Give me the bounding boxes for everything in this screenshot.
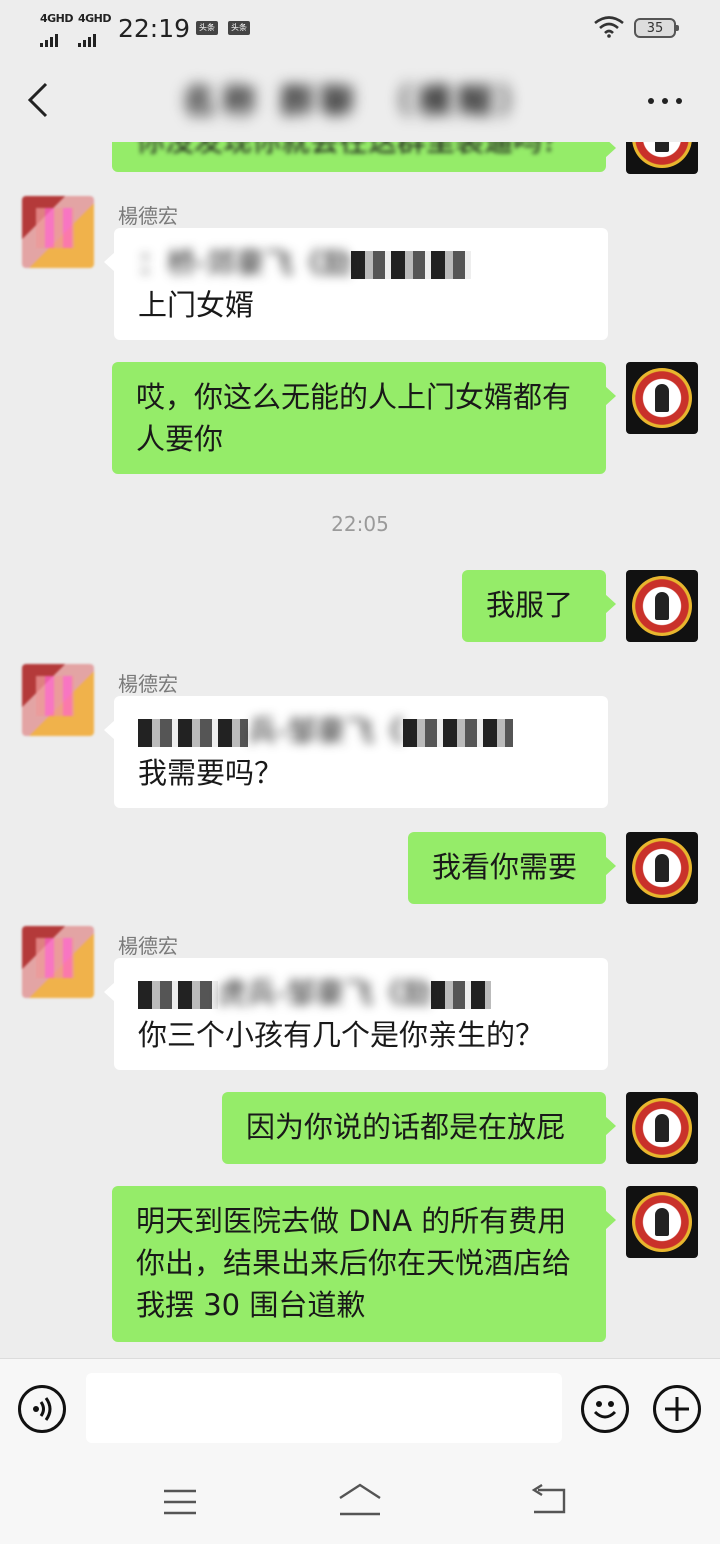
chevron-left-icon[interactable] bbox=[24, 80, 52, 120]
message-text: 因为你说的话都是在放屁 bbox=[246, 1110, 566, 1144]
quoted-name: 虎兵-邹豪飞《励 bbox=[218, 976, 432, 1010]
message-text: 哎，你这么无能的人上门女婿都有人要你 bbox=[136, 380, 572, 456]
message-bubble-incoming[interactable]: 兵-邹豪飞《 我需要吗？ bbox=[104, 696, 608, 808]
message-bubble-incoming[interactable]: 虎兵-邹豪飞《励 你三个小孩有几个是你亲生的？ bbox=[104, 958, 608, 1070]
back-nav-icon[interactable] bbox=[528, 1484, 568, 1518]
news-app-icon: 头条 bbox=[196, 21, 218, 35]
emoji-button[interactable] bbox=[581, 1385, 629, 1433]
status-time: 22:19 bbox=[118, 14, 191, 43]
network-label: 4GHD bbox=[40, 12, 74, 25]
sender-name: 楊德宏 bbox=[118, 204, 178, 228]
message-text: 我服了 bbox=[486, 588, 574, 622]
chat-title: 名称 群聊 （模糊） bbox=[182, 82, 538, 122]
mosaic-redaction bbox=[138, 981, 218, 1009]
message-bubble-outgoing[interactable]: 哎，你这么无能的人上门女婿都有人要你 bbox=[112, 362, 616, 474]
sender-name: 楊德宏 bbox=[118, 934, 178, 958]
my-avatar[interactable] bbox=[626, 142, 698, 174]
mosaic-redaction bbox=[351, 251, 472, 279]
mosaic-redaction bbox=[431, 981, 492, 1009]
contact-avatar[interactable] bbox=[22, 196, 94, 268]
message-text: 你三个小孩有几个是你亲生的？ bbox=[138, 1018, 545, 1052]
voice-icon bbox=[33, 1397, 52, 1421]
system-nav-bar bbox=[0, 1458, 720, 1544]
battery-icon: 35 bbox=[634, 18, 679, 38]
battery-level: 35 bbox=[646, 21, 664, 36]
chat-header: 名称 群聊 （模糊） bbox=[0, 58, 720, 142]
my-avatar[interactable] bbox=[626, 832, 698, 904]
network-label: 4GHD bbox=[78, 12, 112, 25]
message-text: 上门女婿 bbox=[138, 288, 255, 322]
message-text: 你没发现你就会在这群里装逼吗？ bbox=[136, 142, 571, 158]
my-avatar[interactable] bbox=[626, 1092, 698, 1164]
quoted-name: 兵-邹豪飞《 bbox=[248, 714, 404, 748]
message-list[interactable]: 你没发现你就会在这群里装逼吗？ 楊德宏 ：桥-郊豪飞《励 上门女婿 哎，你这么无… bbox=[0, 142, 720, 1358]
sender-name: 楊德宏 bbox=[118, 672, 178, 696]
my-avatar[interactable] bbox=[626, 570, 698, 642]
message-bubble-outgoing[interactable]: 我看你需要 bbox=[408, 832, 616, 904]
signal-icon: 4GHD bbox=[40, 12, 76, 47]
home-icon[interactable] bbox=[336, 1482, 384, 1518]
message-bubble-outgoing[interactable]: 因为你说的话都是在放屁 bbox=[222, 1092, 616, 1164]
message-text: 我看你需要 bbox=[432, 850, 578, 884]
my-avatar[interactable] bbox=[626, 362, 698, 434]
wifi-icon bbox=[594, 16, 624, 38]
voice-button[interactable] bbox=[18, 1385, 66, 1433]
contact-avatar[interactable] bbox=[22, 926, 94, 998]
more-dots-icon[interactable] bbox=[648, 98, 688, 106]
status-bar: 4GHD 4GHD 22:19 头条 头条 35 bbox=[0, 0, 720, 58]
message-input[interactable] bbox=[86, 1373, 562, 1443]
mosaic-redaction bbox=[138, 719, 248, 747]
message-bubble-outgoing[interactable]: 明天到医院去做 DNA 的所有费用你出，结果出来后你在天悦酒店给我摆 30 围台… bbox=[112, 1186, 616, 1342]
news-app-icon: 头条 bbox=[228, 21, 250, 35]
message-text: 明天到医院去做 DNA 的所有费用你出，结果出来后你在天悦酒店给我摆 30 围台… bbox=[136, 1204, 572, 1322]
message-bubble-incoming[interactable]: ：桥-郊豪飞《励 上门女婿 bbox=[104, 228, 608, 340]
timestamp: 22:05 bbox=[331, 512, 389, 536]
plus-button[interactable] bbox=[653, 1385, 701, 1433]
emoji-icon bbox=[593, 1401, 617, 1419]
message-bubble-outgoing[interactable]: 你没发现你就会在这群里装逼吗？ bbox=[112, 142, 616, 172]
signal-icon: 4GHD bbox=[78, 12, 114, 47]
mosaic-redaction bbox=[403, 719, 514, 747]
my-avatar[interactable] bbox=[626, 1186, 698, 1258]
plus-icon bbox=[665, 1397, 689, 1421]
message-bubble-outgoing[interactable]: 我服了 bbox=[462, 570, 616, 642]
contact-avatar[interactable] bbox=[22, 664, 94, 736]
menu-icon[interactable] bbox=[162, 1488, 198, 1516]
quoted-name: ：桥-郊豪飞《励 bbox=[138, 246, 352, 280]
message-text: 我需要吗？ bbox=[138, 756, 284, 790]
input-bar bbox=[0, 1358, 720, 1459]
